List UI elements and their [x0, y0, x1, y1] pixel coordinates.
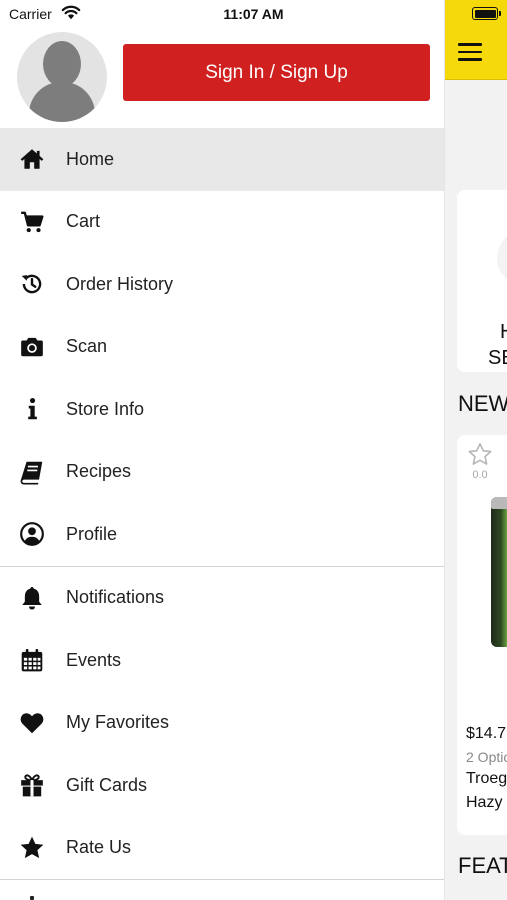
menu-item-rate-us[interactable]: Rate Us: [0, 817, 444, 880]
side-drawer: Carrier Sign In / Sign Up Home Cart Order …: [0, 0, 445, 900]
gift-icon: [17, 770, 47, 800]
product-name-line1: Troeg: [466, 770, 507, 787]
menu-item-label: Gift Cards: [66, 774, 148, 795]
menu-item-recipes[interactable]: Recipes: [0, 441, 444, 504]
camera-icon: [17, 332, 47, 362]
star-icon: [17, 833, 47, 863]
avatar[interactable]: [17, 32, 107, 122]
menu-item-label: Events: [66, 649, 122, 670]
menu-item-partial[interactable]: [0, 880, 444, 900]
favorite-star[interactable]: 0.0: [466, 441, 494, 481]
menu-item-profile[interactable]: Profile: [0, 503, 444, 566]
menu-item-label: My Favorites: [66, 712, 170, 733]
hamburger-menu-icon[interactable]: [458, 43, 482, 61]
info-icon: [17, 394, 47, 424]
status-time: 11:07 AM: [223, 6, 284, 22]
section-title-new: NEW: [458, 391, 507, 416]
product-price: $14.7: [466, 725, 507, 742]
product-card[interactable]: 0.0 $14.7 2 Optio Troeg Hazy: [457, 435, 507, 835]
menu-item-my-favorites[interactable]: My Favorites: [0, 692, 444, 755]
menu-item-label: Rate Us: [66, 837, 132, 858]
menu-item-home[interactable]: Home: [0, 128, 444, 191]
menu-item-label: Recipes: [66, 461, 132, 482]
menu-item-label: Scan: [66, 336, 108, 357]
calendar-icon: [17, 645, 47, 675]
category-label-line2: SE: [488, 347, 507, 369]
category-label-line1: H: [500, 321, 507, 344]
star-outline-icon: [468, 443, 492, 465]
menu-item-gift-cards[interactable]: Gift Cards: [0, 754, 444, 817]
menu-item-notifications[interactable]: Notifications: [0, 567, 444, 630]
menu-item-events[interactable]: Events: [0, 629, 444, 692]
menu-item-label: Store Info: [66, 398, 145, 419]
partial-icon: [30, 896, 34, 900]
home-icon: [17, 144, 47, 174]
menu-item-label: Home: [66, 148, 115, 169]
category-card[interactable]: H SE: [457, 190, 507, 372]
bell-icon: [17, 583, 47, 613]
menu-item-store-info[interactable]: Store Info: [0, 378, 444, 441]
menu-item-order-history[interactable]: Order History: [0, 253, 444, 316]
drawer-menu: Home Cart Order History Scan Store Info Recip…: [0, 128, 444, 900]
user-circle-icon: [17, 519, 47, 549]
product-name-line2: Hazy: [466, 794, 503, 811]
menu-item-label: Notifications: [66, 587, 165, 608]
rating-value: 0.0: [472, 469, 488, 481]
history-icon: [17, 269, 47, 299]
section-title-featured: FEAT: [458, 853, 507, 878]
product-options: 2 Optio: [466, 749, 507, 765]
menu-item-cart[interactable]: Cart: [0, 191, 444, 254]
sign-in-sign-up-button[interactable]: Sign In / Sign Up: [123, 44, 430, 101]
heart-icon: [17, 708, 47, 738]
product-image: [491, 497, 507, 647]
menu-item-label: Cart: [66, 211, 101, 232]
book-icon: [17, 457, 47, 487]
category-image: [497, 230, 507, 286]
menu-item-scan[interactable]: Scan: [0, 316, 444, 379]
menu-item-label: Profile: [66, 523, 118, 544]
cart-icon: [17, 207, 47, 237]
menu-item-label: Order History: [66, 273, 174, 294]
background-app: H SE NEW 0.0 $14.7 2 Optio Troeg Hazy FE…: [445, 0, 507, 900]
